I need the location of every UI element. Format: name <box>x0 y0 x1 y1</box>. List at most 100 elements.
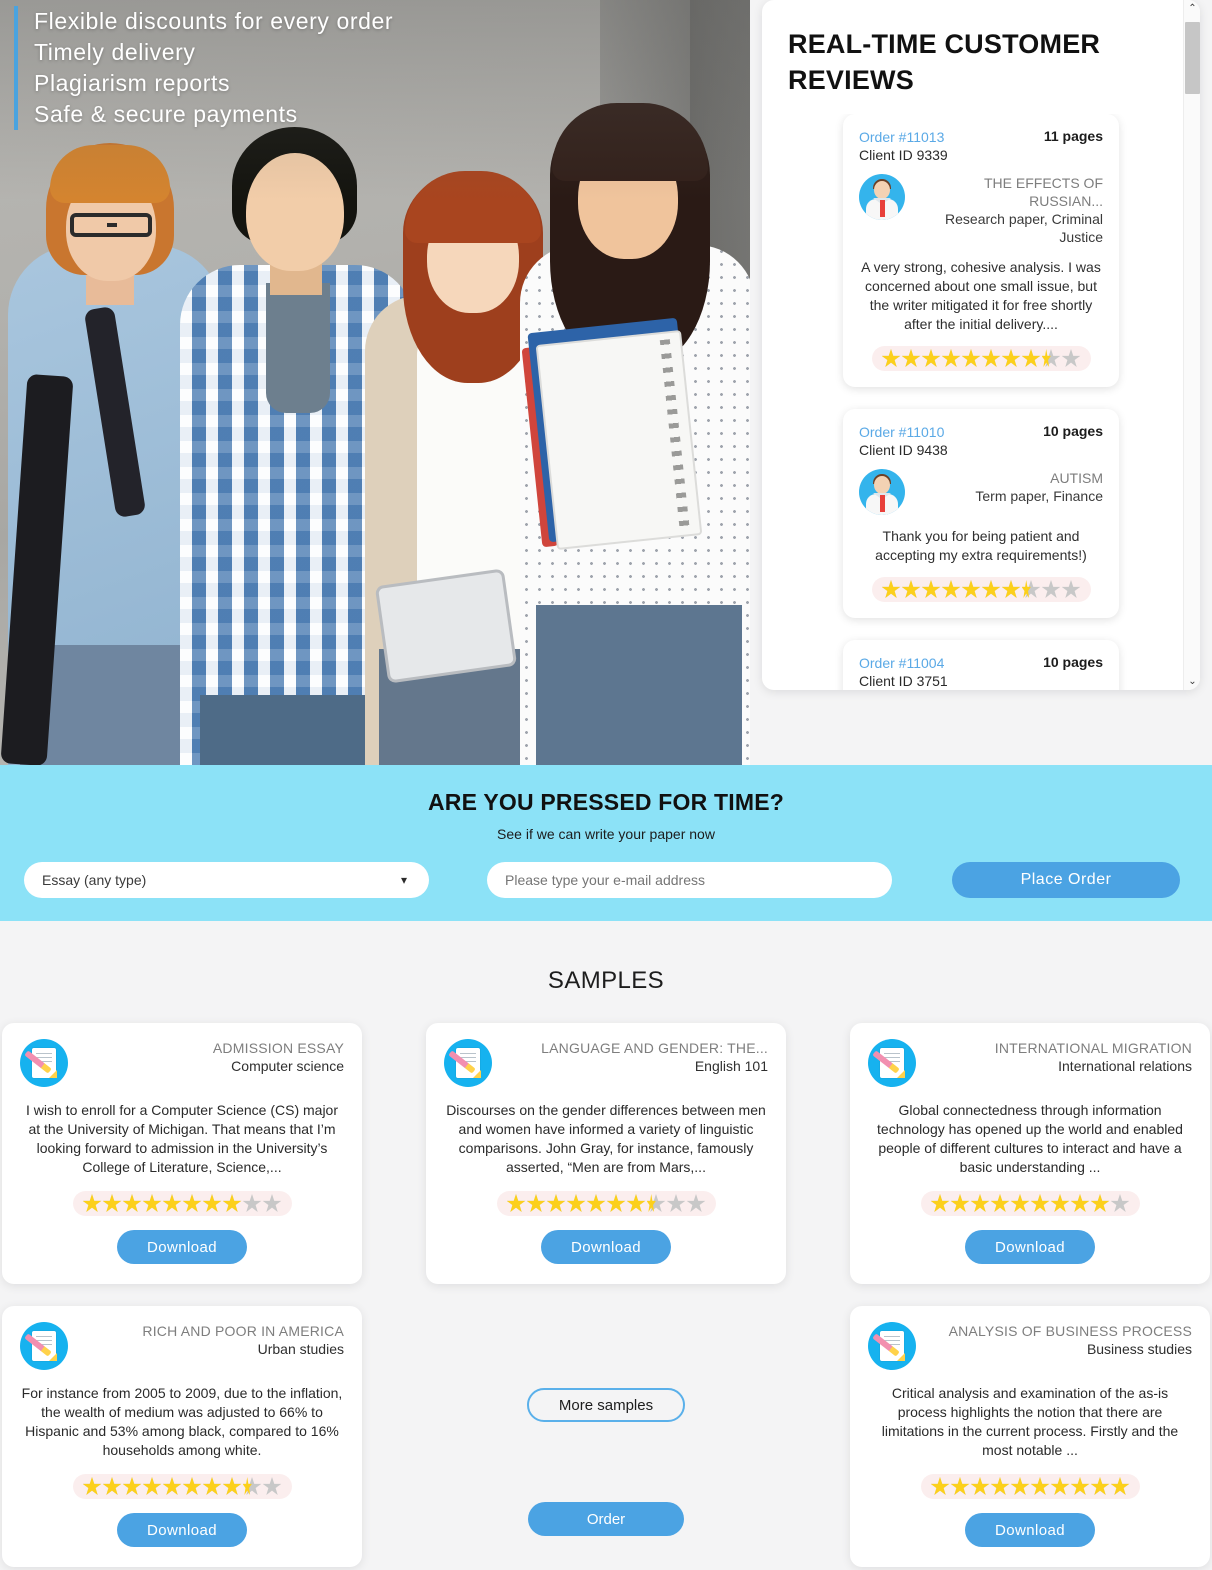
star-icon <box>950 1477 970 1496</box>
review-card[interactable]: Order #11010 Client ID 9438 10 pages AUTISM… <box>843 409 1119 618</box>
star-icon <box>950 1194 970 1213</box>
download-button[interactable]: Download <box>541 1230 671 1264</box>
hero-benefit-list: Flexible discounts for every order Timel… <box>14 6 393 130</box>
reviews-scroll-area[interactable]: Order #11013 Client ID 9339 11 pages THE EF… <box>762 114 1200 690</box>
star-icon <box>182 1477 202 1496</box>
star-rating <box>920 1474 1140 1499</box>
star-icon <box>1001 580 1021 599</box>
star-icon <box>222 1194 242 1213</box>
review-paper-meta: AUTISM Term paper, Finance <box>915 469 1103 505</box>
star-icon <box>202 1194 222 1213</box>
scrollbar-down-arrow-icon[interactable]: ⌄ <box>1184 673 1200 690</box>
reviews-title: REAL-TIME CUSTOMER REVIEWS <box>788 29 1101 95</box>
star-icon <box>1010 1477 1030 1496</box>
order-button[interactable]: Order <box>528 1502 684 1536</box>
sample-card-meta: RICH AND POOR IN AMERICA Urban studies <box>80 1322 344 1358</box>
star-icon <box>202 1477 222 1496</box>
reviews-panel: REAL-TIME CUSTOMER REVIEWS Order #11013 C… <box>762 0 1200 690</box>
star-icon <box>566 1194 586 1213</box>
download-button[interactable]: Download <box>965 1230 1095 1264</box>
star-rating <box>871 577 1091 602</box>
star-icon <box>881 580 901 599</box>
hero-benefit-item: Plagiarism reports <box>34 70 231 96</box>
review-paper-meta: THE EFFECTS OF RUSSIAN... Research paper,… <box>915 174 1103 246</box>
star-rating <box>871 346 1091 371</box>
sample-card-header: INTERNATIONAL MIGRATION International rel… <box>868 1039 1192 1087</box>
star-icon <box>1061 349 1081 368</box>
review-order-link[interactable]: Order #11004 <box>859 654 948 672</box>
review-card[interactable]: Order #11013 Client ID 9339 11 pages THE EF… <box>843 114 1119 387</box>
sample-card[interactable]: INTERNATIONAL MIGRATION International rel… <box>850 1023 1210 1284</box>
star-icon <box>606 1194 626 1213</box>
sample-card[interactable]: ADMISSION ESSAY Computer science I wish to… <box>2 1023 362 1284</box>
review-order-link[interactable]: Order #11010 <box>859 423 948 441</box>
review-header: Order #11013 Client ID 9339 11 pages <box>859 128 1103 164</box>
star-icon <box>1070 1194 1090 1213</box>
star-icon <box>941 580 961 599</box>
star-icon <box>546 1194 566 1213</box>
review-text: A very strong, cohesive analysis. I was … <box>861 259 1101 332</box>
paper-type-select[interactable]: Essay (any type) ▾ <box>24 862 429 898</box>
sample-title: ADMISSION ESSAY <box>212 1040 344 1056</box>
star-icon <box>686 1194 706 1213</box>
document-pencil-icon <box>20 1322 68 1370</box>
sample-card[interactable]: ANALYSIS OF BUSINESS PROCESS Business stu… <box>850 1306 1210 1567</box>
more-samples-button[interactable]: More samples <box>527 1388 685 1422</box>
review-card[interactable]: Order #11004 Client ID 3751 10 pages <box>843 640 1119 690</box>
star-icon <box>981 580 1001 599</box>
sample-card-header: LANGUAGE AND GENDER: THE... English 101 <box>444 1039 768 1087</box>
review-ids: Order #11010 Client ID 9438 <box>859 423 948 459</box>
place-order-button[interactable]: Place Order <box>952 862 1180 898</box>
download-button[interactable]: Download <box>117 1513 247 1547</box>
review-order-link[interactable]: Order #11013 <box>859 128 948 146</box>
star-rating <box>72 1191 292 1216</box>
star-icon <box>1041 349 1061 368</box>
star-icon <box>881 349 901 368</box>
download-button[interactable]: Download <box>965 1513 1095 1547</box>
star-icon <box>122 1194 142 1213</box>
reviews-scrollbar[interactable]: ⌃ ⌄ <box>1183 0 1200 690</box>
star-icon <box>82 1194 102 1213</box>
star-icon <box>1001 349 1021 368</box>
samples-title: SAMPLES <box>547 967 665 994</box>
sample-card-meta: LANGUAGE AND GENDER: THE... English 101 <box>504 1039 768 1075</box>
star-icon <box>82 1477 102 1496</box>
star-icon <box>1050 1477 1070 1496</box>
samples-section: SAMPLES ADMISSION ESSAY Computer science I… <box>0 921 1212 1567</box>
star-icon <box>646 1194 666 1213</box>
star-icon <box>526 1194 546 1213</box>
chevron-down-icon[interactable]: ▾ <box>401 873 407 887</box>
document-pencil-icon <box>868 1322 916 1370</box>
star-icon <box>242 1477 262 1496</box>
order-cta-form: Essay (any type) ▾ Place Order <box>0 862 1212 898</box>
star-icon <box>242 1194 262 1213</box>
star-icon <box>990 1477 1010 1496</box>
scrollbar-up-arrow-icon[interactable]: ⌃ <box>1184 0 1200 17</box>
sample-excerpt: Critical analysis and examination of the… <box>881 1385 1179 1458</box>
star-icon <box>262 1477 282 1496</box>
review-paper-type: Research paper, Criminal Justice <box>945 211 1103 245</box>
star-icon <box>626 1194 646 1213</box>
star-icon <box>1090 1194 1110 1213</box>
download-button[interactable]: Download <box>117 1230 247 1264</box>
review-page-count: 10 pages <box>1043 423 1103 439</box>
order-cta-section: ARE YOU PRESSED FOR TIME? See if we can … <box>0 765 1212 921</box>
review-client-id: Client ID 3751 <box>859 673 948 689</box>
document-pencil-icon <box>20 1039 68 1087</box>
star-icon <box>1110 1477 1130 1496</box>
review-paper-topic: THE EFFECTS OF RUSSIAN... <box>984 175 1103 209</box>
sample-card[interactable]: LANGUAGE AND GENDER: THE... English 101 Di… <box>426 1023 786 1284</box>
email-input[interactable] <box>487 862 892 898</box>
star-icon <box>961 580 981 599</box>
star-icon <box>162 1194 182 1213</box>
sample-excerpt: I wish to enroll for a Computer Science … <box>26 1102 338 1175</box>
star-icon <box>1041 580 1061 599</box>
star-icon <box>990 1194 1010 1213</box>
samples-actions: More samples Order <box>426 1306 786 1567</box>
star-icon <box>941 349 961 368</box>
sample-card[interactable]: RICH AND POOR IN AMERICA Urban studies For… <box>2 1306 362 1567</box>
sample-title: LANGUAGE AND GENDER: THE... <box>541 1040 768 1056</box>
star-icon <box>930 1194 950 1213</box>
star-icon <box>981 349 1001 368</box>
scrollbar-thumb[interactable] <box>1185 22 1200 94</box>
